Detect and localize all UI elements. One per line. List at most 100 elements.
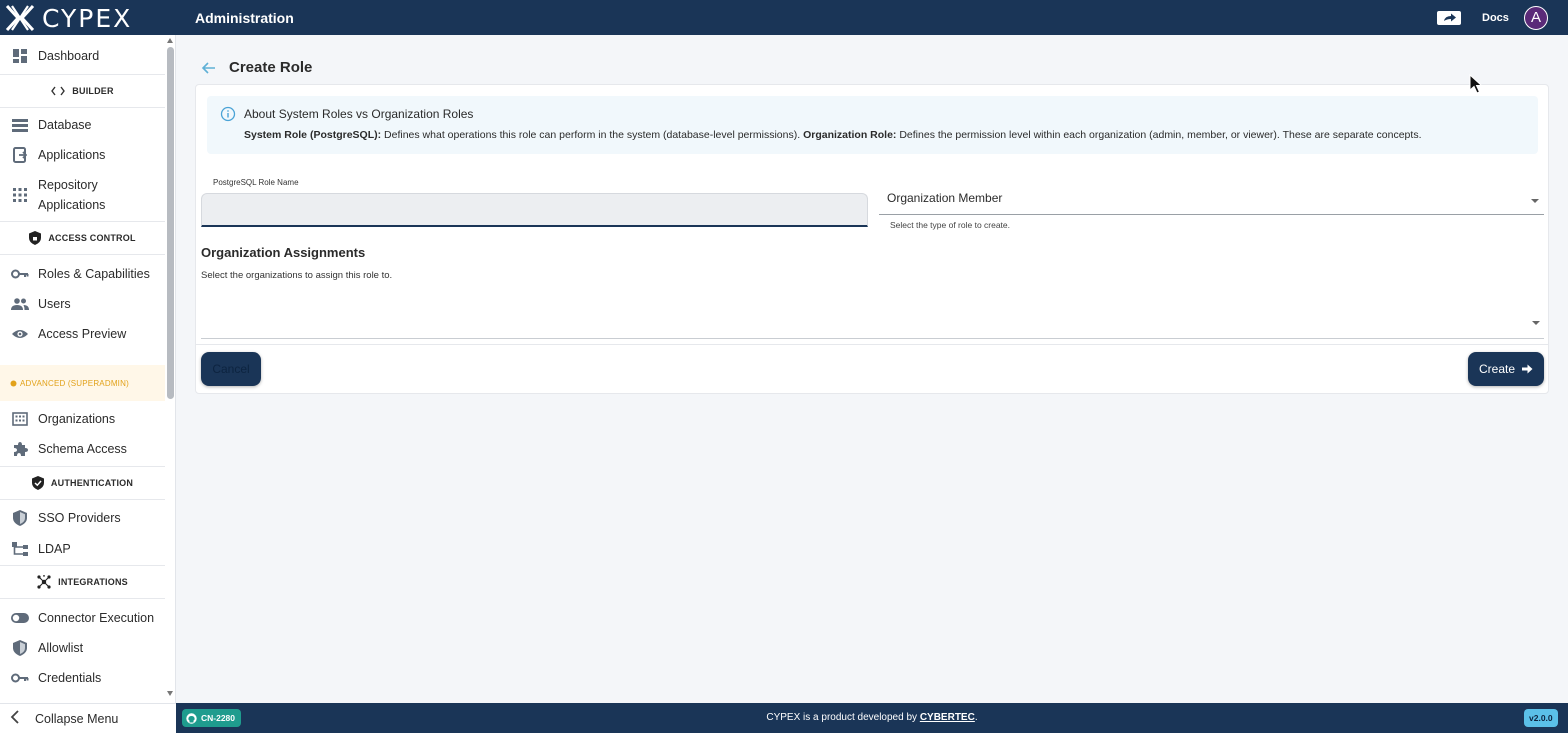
sidebar-item-label: Schema Access xyxy=(38,442,127,456)
role-name-input[interactable] xyxy=(201,193,868,227)
user-avatar[interactable]: A xyxy=(1524,6,1548,30)
version-badge: v2.0.0 xyxy=(1524,709,1558,727)
sidebar-item-access-preview[interactable]: Access Preview xyxy=(0,323,165,345)
org-role-label: Organization Role: xyxy=(803,129,897,141)
sidebar-item-credentials[interactable]: Credentials xyxy=(0,667,165,689)
arrow-left-icon xyxy=(201,62,215,74)
section-authentication: AUTHENTICATION xyxy=(0,466,165,500)
chevron-down-icon xyxy=(1531,199,1539,203)
sidebar-item-label: Connector Execution xyxy=(38,611,155,625)
mouse-cursor-icon xyxy=(1469,74,1483,94)
cypex-logo-icon xyxy=(5,4,35,32)
sidebar-item-label: Access Preview xyxy=(38,327,127,341)
tree-icon xyxy=(11,540,29,558)
sidebar-item-users[interactable]: Users xyxy=(0,293,165,315)
key-icon xyxy=(11,265,29,283)
footer-bar: CN-2280 CYPEX is a product developed by … xyxy=(176,703,1568,733)
cypex-logo[interactable]: CYPEX xyxy=(4,3,132,33)
back-button[interactable] xyxy=(200,59,218,77)
top-app-bar: CYPEX Administration Docs A xyxy=(0,0,1568,35)
system-role-label: System Role (PostgreSQL): xyxy=(244,129,382,141)
sidebar-item-label: Applications xyxy=(38,148,106,162)
section-label: ADVANCED (SUPERADMIN) xyxy=(20,378,129,388)
sidebar-item-applications[interactable]: Applications xyxy=(0,144,165,166)
sidebar-item-label: Dashboard xyxy=(38,49,100,63)
footer-suffix: . xyxy=(974,712,978,723)
role-type-select[interactable]: Organization Member xyxy=(879,185,1544,215)
collapse-menu-label: Collapse Menu xyxy=(35,711,119,726)
scroll-up-arrow-icon[interactable] xyxy=(167,38,173,43)
role-type-value: Organization Member xyxy=(887,191,1003,205)
users-icon xyxy=(11,295,29,313)
shield-check-icon xyxy=(31,476,44,490)
arrow-right-icon xyxy=(1522,364,1533,374)
sidebar-item-label: Allowlist xyxy=(38,641,84,655)
sidebar-item-roles-capabilities[interactable]: Roles & Capabilities xyxy=(0,263,165,285)
section-access-control: ACCESS CONTROL xyxy=(0,221,165,255)
warning-icon xyxy=(10,380,17,387)
sidebar-item-label: Database xyxy=(38,118,92,132)
role-name-label: PostgreSQL Role Name xyxy=(213,178,299,187)
sidebar-item-label: Organizations xyxy=(38,412,116,426)
sidebar-item-label: Roles & Capabilities xyxy=(38,267,150,281)
sidebar-item-organizations[interactable]: Organizations xyxy=(0,408,165,430)
share-icon xyxy=(1437,11,1461,25)
info-title: About System Roles vs Organization Roles xyxy=(244,107,474,121)
page-title: Create Role xyxy=(229,59,313,76)
sidebar-item-label: Users xyxy=(38,297,71,311)
role-type-helper-text: Select the type of role to create. xyxy=(890,220,1011,230)
share-button[interactable] xyxy=(1436,8,1462,28)
sidebar: Dashboard BUILDER Database Applications … xyxy=(0,35,176,703)
building-icon xyxy=(11,410,29,428)
hub-icon xyxy=(37,575,51,589)
sidebar-item-label: SSO Providers xyxy=(38,511,121,525)
key-icon xyxy=(11,669,29,687)
system-role-text: Defines what operations this role can pe… xyxy=(381,129,804,141)
header-title: Administration xyxy=(195,10,294,26)
footer-credit: CYPEX is a product developed by CYBERTEC… xyxy=(176,712,1568,723)
sidebar-item-database[interactable]: Database xyxy=(0,114,165,136)
section-label: AUTHENTICATION xyxy=(50,478,134,488)
section-integrations: INTEGRATIONS xyxy=(0,565,165,599)
sidebar-item-sso-providers[interactable]: SSO Providers xyxy=(0,507,165,529)
sidebar-item-label: Repository Applications xyxy=(38,178,106,212)
docs-link[interactable]: Docs xyxy=(1482,12,1509,24)
assignments-subtitle: Select the organizations to assign this … xyxy=(201,270,393,281)
code-icon xyxy=(51,86,66,96)
sidebar-item-schema-access[interactable]: Schema Access xyxy=(0,438,165,460)
section-builder: BUILDER xyxy=(0,74,165,108)
sidebar-item-connector-execution[interactable]: Connector Execution xyxy=(0,607,165,629)
logo-text: CYPEX xyxy=(42,3,133,33)
cybertec-link[interactable]: CYBERTEC xyxy=(920,712,975,723)
eye-icon xyxy=(11,325,29,343)
cancel-label: Cancel xyxy=(212,362,250,376)
section-label: INTEGRATIONS xyxy=(58,577,128,587)
org-role-text: Defines the permission level within each… xyxy=(896,129,1422,141)
shield-icon xyxy=(11,639,29,657)
grid-icon xyxy=(11,186,29,204)
toggle-icon xyxy=(11,609,29,627)
organization-assignments-select[interactable] xyxy=(201,295,1544,339)
sidebar-scrollbar[interactable] xyxy=(165,35,175,703)
create-label: Create xyxy=(1478,362,1516,376)
info-icon xyxy=(220,106,236,122)
create-button[interactable]: Create xyxy=(1468,352,1544,386)
section-label: ACCESS CONTROL xyxy=(48,233,136,243)
scroll-thumb[interactable] xyxy=(167,47,174,399)
puzzle-icon xyxy=(11,440,29,458)
scroll-down-arrow-icon[interactable] xyxy=(167,691,173,696)
dashboard-icon xyxy=(11,47,29,65)
sidebar-item-allowlist[interactable]: Allowlist xyxy=(0,637,165,659)
sidebar-item-dashboard[interactable]: Dashboard xyxy=(0,45,165,67)
cancel-button[interactable]: Cancel xyxy=(201,352,261,386)
chevron-left-icon xyxy=(10,710,20,727)
collapse-menu-button[interactable]: Collapse Menu xyxy=(0,703,176,733)
sidebar-item-ldap[interactable]: LDAP xyxy=(0,538,165,560)
sidebar-item-label: LDAP xyxy=(38,542,71,556)
info-alert: About System Roles vs Organization Roles… xyxy=(207,96,1538,154)
info-text: System Role (PostgreSQL): Defines what o… xyxy=(244,129,1421,141)
applications-icon xyxy=(11,146,29,164)
shield-icon xyxy=(11,509,29,527)
sidebar-item-repository-applications[interactable]: Repository Applications xyxy=(0,175,165,215)
section-label: BUILDER xyxy=(72,86,114,96)
